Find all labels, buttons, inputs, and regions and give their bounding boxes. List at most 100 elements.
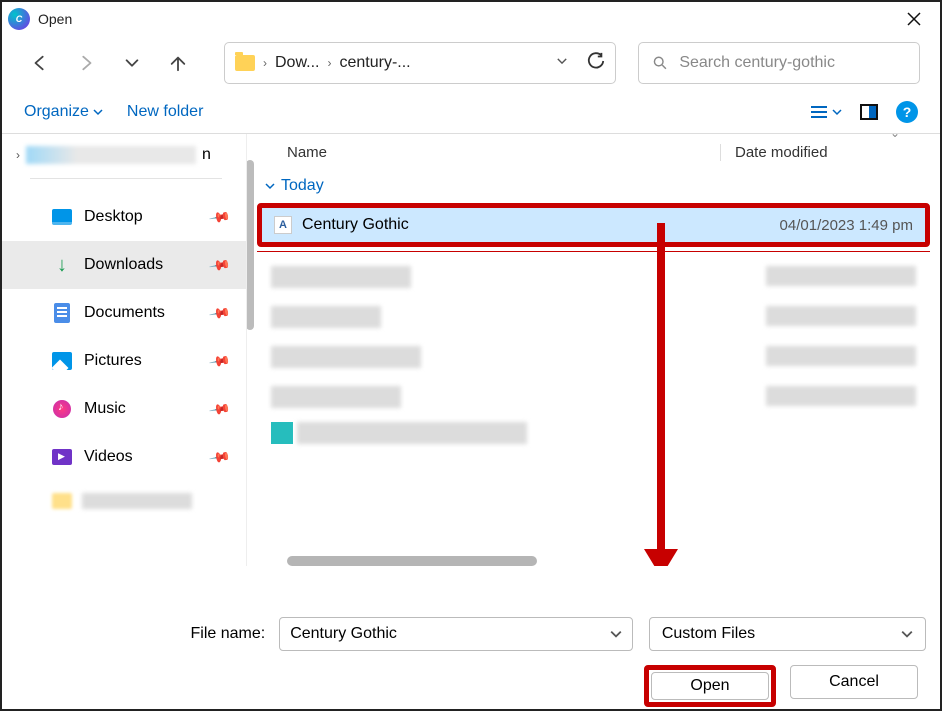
chevron-right-icon: ›	[16, 148, 20, 162]
downloads-icon: ↓	[52, 255, 72, 275]
cancel-button[interactable]: Cancel	[790, 665, 918, 699]
search-box[interactable]	[638, 42, 920, 84]
close-button[interactable]	[894, 4, 934, 34]
breadcrumb[interactable]: › Dow... › century-...	[224, 42, 616, 84]
sidebar-item-videos[interactable]: Videos 📌	[2, 433, 246, 481]
tree-letter: n	[202, 146, 211, 164]
sidebar-item-label: Videos	[84, 448, 133, 466]
refresh-button[interactable]	[587, 52, 605, 75]
file-row-redacted[interactable]	[257, 340, 930, 374]
chevron-down-icon	[123, 54, 141, 72]
sidebar-item-music[interactable]: Music 📌	[2, 385, 246, 433]
nav-bar: › Dow... › century-...	[2, 36, 940, 90]
highlight-annotation: A Century Gothic 04/01/2023 1:49 pm	[257, 203, 930, 247]
pin-icon: 📌	[207, 205, 231, 229]
title-bar: C Open	[2, 2, 940, 36]
chevron-down-icon	[265, 181, 275, 191]
horizontal-scrollbar[interactable]	[287, 556, 537, 566]
sidebar-item-documents[interactable]: Documents 📌	[2, 289, 246, 337]
file-row-redacted[interactable]	[257, 300, 930, 334]
sidebar-item-label: Downloads	[84, 256, 163, 274]
font-file-icon: A	[274, 216, 292, 234]
filename-value: Century Gothic	[290, 625, 397, 643]
chevron-down-icon	[832, 107, 842, 117]
sidebar-item-downloads[interactable]: ↓ Downloads 📌	[2, 241, 246, 289]
annotation-arrow	[657, 223, 665, 553]
back-button[interactable]	[22, 45, 58, 81]
refresh-icon	[587, 52, 605, 70]
arrow-right-icon	[77, 54, 95, 72]
breadcrumb-current[interactable]: century-...	[339, 54, 410, 72]
file-row-redacted[interactable]	[257, 380, 930, 414]
column-name[interactable]: Name	[287, 144, 720, 161]
help-button[interactable]: ?	[896, 101, 918, 123]
file-row-selected[interactable]: A Century Gothic 04/01/2023 1:49 pm	[262, 208, 925, 242]
pin-icon: 📌	[207, 445, 231, 469]
pin-icon: 📌	[207, 349, 231, 373]
column-headers: ⌄ Name Date modified	[247, 134, 940, 167]
tree-root[interactable]: › n	[2, 142, 246, 168]
redacted-content	[26, 146, 196, 164]
chevron-down-icon	[610, 628, 622, 640]
file-thumb-icon	[271, 422, 293, 444]
group-label: Today	[281, 177, 324, 195]
recent-dropdown[interactable]	[114, 45, 150, 81]
sidebar-item-label: Documents	[84, 304, 165, 322]
arrow-left-icon	[31, 54, 49, 72]
sidebar-item-pictures[interactable]: Pictures 📌	[2, 337, 246, 385]
file-row-redacted[interactable]	[257, 420, 930, 446]
organize-label: Organize	[24, 103, 89, 121]
up-button[interactable]	[160, 45, 196, 81]
filetype-value: Custom Files	[662, 625, 755, 643]
chevron-right-icon: ›	[263, 56, 267, 70]
forward-button[interactable]	[68, 45, 104, 81]
chevron-down-icon	[901, 628, 913, 640]
bottom-panel: File name: Century Gothic Custom Files O…	[2, 599, 940, 709]
chevron-right-icon: ›	[327, 56, 331, 70]
folder-icon	[235, 55, 255, 71]
filetype-select[interactable]: Custom Files	[649, 617, 926, 651]
view-menu[interactable]	[810, 104, 842, 120]
canva-logo-icon: C	[8, 8, 30, 30]
search-input[interactable]	[679, 54, 905, 72]
filename-input[interactable]: Century Gothic	[279, 617, 633, 651]
breadcrumb-expand[interactable]	[555, 54, 569, 73]
search-icon	[653, 55, 667, 71]
redacted-content	[82, 493, 192, 509]
chevron-down-icon: ⌄	[890, 126, 900, 140]
new-folder-button[interactable]: New folder	[127, 103, 203, 121]
chevron-down-icon	[93, 107, 103, 117]
sidebar-item-label: Desktop	[84, 208, 143, 226]
breadcrumb-parent[interactable]: Dow...	[275, 54, 319, 72]
desktop-icon	[52, 209, 72, 225]
list-view-icon	[810, 104, 828, 120]
arrow-up-icon	[169, 54, 187, 72]
music-icon	[53, 400, 71, 418]
file-date: 04/01/2023 1:49 pm	[780, 217, 913, 234]
pin-icon: 📌	[207, 301, 231, 325]
organize-menu[interactable]: Organize	[24, 103, 103, 121]
column-date[interactable]: Date modified	[720, 144, 920, 161]
file-row-redacted[interactable]	[257, 260, 930, 294]
annotation-underline	[257, 251, 930, 252]
open-button[interactable]: Open	[651, 672, 769, 700]
sidebar-item-redacted[interactable]	[2, 481, 246, 521]
close-icon	[907, 12, 921, 26]
preview-pane-button[interactable]	[860, 104, 878, 120]
sidebar: › n Desktop 📌 ↓ Downloads 📌 Documents 📌 …	[2, 134, 246, 566]
main-area: › n Desktop 📌 ↓ Downloads 📌 Documents 📌 …	[2, 134, 940, 566]
filename-label: File name:	[16, 625, 269, 643]
pin-icon: 📌	[207, 397, 231, 421]
divider	[30, 178, 222, 179]
file-name: Century Gothic	[302, 216, 770, 234]
sidebar-item-label: Music	[84, 400, 126, 418]
videos-icon	[52, 449, 72, 465]
folder-icon	[52, 493, 72, 509]
file-pane: ⌄ Name Date modified Today A Century Got…	[246, 134, 940, 566]
highlight-annotation: Open	[644, 665, 776, 707]
pin-icon: 📌	[207, 253, 231, 277]
toolbar: Organize New folder ?	[2, 90, 940, 134]
sidebar-item-desktop[interactable]: Desktop 📌	[2, 193, 246, 241]
group-today[interactable]: Today	[257, 171, 930, 201]
documents-icon	[54, 303, 70, 323]
